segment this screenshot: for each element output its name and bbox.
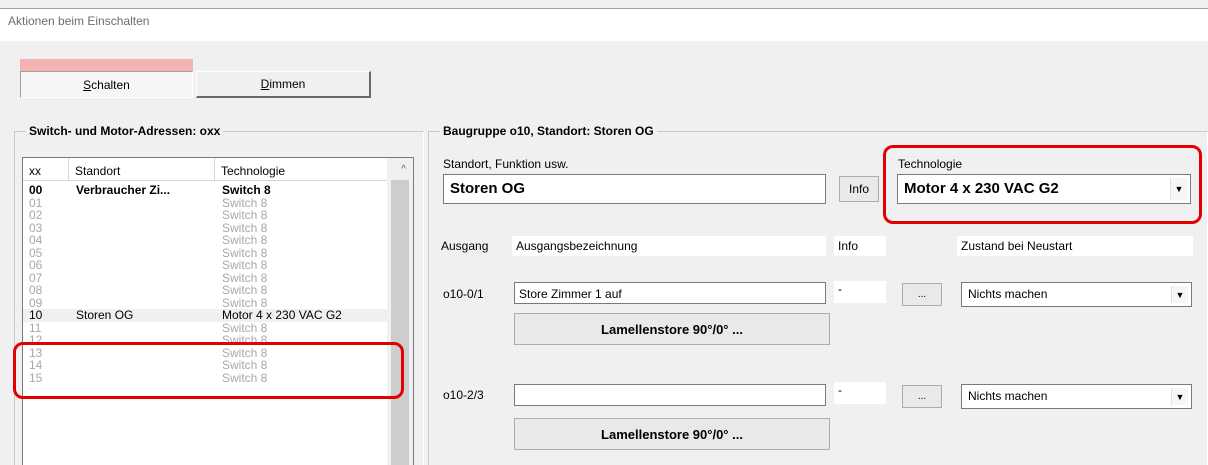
col-header-xx[interactable]: xx [23, 158, 69, 180]
table-row[interactable]: 06 Switch 8 [23, 259, 389, 272]
table-row[interactable]: 08 Switch 8 [23, 284, 389, 297]
table-row[interactable]: 03 Switch 8 [23, 222, 389, 235]
row-xx: 07 [29, 270, 43, 285]
table-row[interactable]: 01 Switch 8 [23, 197, 389, 210]
address-groupbox-title: Switch- und Motor-Adressen: oxx [26, 124, 224, 138]
tab-dimmen-rest: immen [269, 77, 306, 91]
col-header-technologie[interactable]: Technologie [215, 158, 389, 180]
highlight-technologie [883, 145, 1202, 224]
row-technologie: Switch 8 [222, 233, 268, 247]
table-row[interactable]: 10 Storen OG Motor 4 x 230 VAC G2 [23, 309, 389, 322]
table-row[interactable]: 04 Switch 8 [23, 234, 389, 247]
row-xx: 04 [29, 233, 43, 247]
chevron-down-icon[interactable]: ▼ [1171, 286, 1188, 303]
standort-input[interactable]: Storen OG [443, 174, 826, 204]
info-button[interactable]: Info [839, 176, 879, 202]
output-1-more-button[interactable]: ... [902, 283, 942, 306]
table-row[interactable]: 02 Switch 8 [23, 209, 389, 222]
row-xx: 09 [29, 295, 43, 310]
header-bezeichnung: Ausgangsbezeichnung [512, 236, 826, 256]
row-technologie: Switch 8 [222, 183, 271, 197]
row-xx: 11 [29, 320, 42, 335]
output-2-more-button[interactable]: ... [902, 385, 942, 408]
output-1-lamellenstore-button[interactable]: Lamellenstore 90°/0° ... [514, 313, 830, 345]
row-standort: Verbraucher Zi... [76, 183, 171, 197]
output-2-zustand-select[interactable]: Nichts machen ▼ [961, 384, 1192, 409]
row-xx: 05 [29, 245, 43, 260]
output-2-bezeichnung-input[interactable] [514, 384, 826, 406]
header-zustand: Zustand bei Neustart [957, 236, 1193, 256]
list-scrollbar[interactable]: ^ [387, 158, 413, 465]
row-standort: Storen OG [76, 308, 134, 322]
tab-schalten[interactable]: Schalten [20, 71, 193, 98]
row-technologie: Switch 8 [222, 295, 268, 310]
row-technologie: Switch 8 [222, 270, 268, 285]
output-1-zustand-select[interactable]: Nichts machen ▼ [961, 282, 1192, 307]
table-row[interactable]: 00 Verbraucher Zi... Switch 8 [23, 184, 389, 197]
table-row[interactable]: 11 Switch 8 [23, 322, 389, 335]
scroll-thumb[interactable] [391, 180, 409, 465]
row-technologie: Switch 8 [222, 258, 268, 272]
output-1-zustand-value: Nichts machen [968, 287, 1048, 301]
header-ausgang: Ausgang [441, 239, 489, 253]
module-groupbox-title: Baugruppe o10, Standort: Storen OG [440, 124, 657, 138]
row-xx: 08 [29, 283, 43, 297]
table-row[interactable]: 07 Switch 8 [23, 272, 389, 285]
output-2-ausgang: o10-2/3 [443, 388, 484, 402]
window-title: Aktionen beim Einschalten [8, 14, 150, 28]
tab-schalten-key: S [83, 77, 92, 92]
row-xx: 10 [29, 308, 43, 322]
table-row[interactable]: 05 Switch 8 [23, 247, 389, 260]
output-1-info: - [834, 281, 886, 303]
title-bar [0, 9, 1208, 41]
scroll-up-icon[interactable]: ^ [401, 164, 406, 175]
output-2-info: - [834, 382, 886, 404]
row-xx: 03 [29, 220, 43, 235]
output-2-zustand-value: Nichts machen [968, 389, 1048, 403]
row-technologie: Switch 8 [222, 195, 268, 210]
active-tab-indicator [20, 59, 193, 71]
row-technologie: Motor 4 x 230 VAC G2 [222, 308, 342, 322]
output-2-lamellenstore-button[interactable]: Lamellenstore 90°/0° ... [514, 418, 830, 450]
row-technologie: Switch 8 [222, 245, 268, 260]
header-info: Info [834, 236, 886, 256]
row-technologie: Switch 8 [222, 320, 268, 335]
tab-dimmen-key: D [260, 77, 270, 91]
chevron-down-icon[interactable]: ▼ [1171, 388, 1188, 405]
row-xx: 01 [29, 195, 43, 210]
address-list[interactable]: xx Standort Technologie 00 Verbraucher Zi… [22, 157, 414, 465]
tab-schalten-rest: chalten [91, 77, 130, 92]
col-header-standort[interactable]: Standort [69, 158, 215, 180]
row-xx: 02 [29, 208, 43, 222]
output-1-ausgang: o10-0/1 [443, 287, 484, 301]
row-technologie: Switch 8 [222, 208, 268, 222]
header-divider [23, 180, 389, 181]
row-xx: 06 [29, 258, 43, 272]
highlight-row-10 [13, 342, 404, 399]
tab-dimmen[interactable]: Dimmen [196, 71, 371, 98]
output-1-bezeichnung-input[interactable]: Store Zimmer 1 auf [514, 282, 826, 304]
row-technologie: Switch 8 [222, 220, 268, 235]
row-xx: 00 [29, 183, 43, 197]
row-technologie: Switch 8 [222, 283, 268, 297]
standort-label: Standort, Funktion usw. [443, 157, 569, 171]
